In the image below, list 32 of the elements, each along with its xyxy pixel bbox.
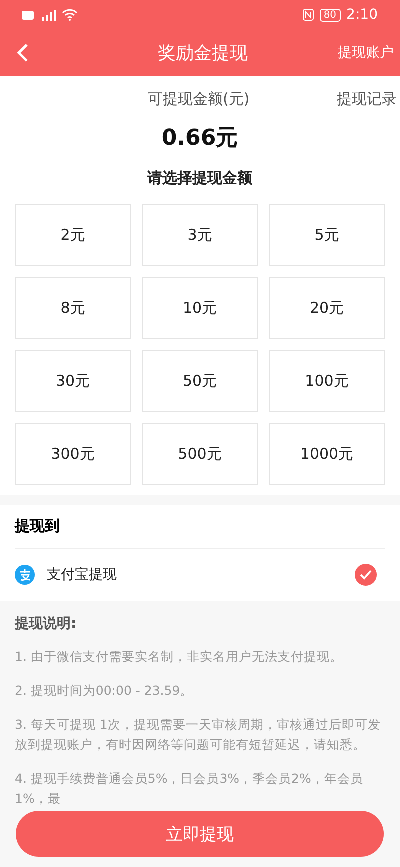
page-title: 奖励金提现 (158, 42, 248, 65)
note-text: 4. 提现手续费普通会员5%，日会员3%，季会员2%，年会员1%，最 (15, 770, 364, 805)
payment-logo-icon (15, 565, 35, 585)
clock-time: 2:10 (346, 7, 378, 23)
amount-option[interactable]: 300元 (15, 423, 131, 485)
section-title: 提现到 (15, 505, 385, 549)
amount-option[interactable]: 10元 (142, 277, 258, 339)
signal-icon (40, 10, 56, 20)
nfc-icon (302, 9, 314, 21)
amount-option[interactable]: 2元 (15, 204, 131, 266)
balance-amount: 0.66元 (162, 125, 238, 153)
check-icon[interactable] (355, 564, 377, 586)
note-text: 1. 由于微信支付需要实名制，非实名用户无法支付提现。 (15, 648, 344, 666)
record-link[interactable]: 提现记录 (337, 90, 397, 109)
wifi-icon (62, 9, 78, 21)
notes-title: 提现说明: (15, 615, 78, 633)
amount-option[interactable]: 50元 (142, 350, 258, 412)
note-text: 3. 每天可提现 1次，提现需要一天审核周期，审核通过后即可发放到提现账户，有时因网络等问题可能有短暂延迟，请知悉。 (15, 716, 382, 754)
amount-option[interactable]: 100元 (269, 350, 385, 412)
balance-label: 可提现金额(元) (148, 90, 250, 109)
amount-prompt: 请选择提现金额 (148, 169, 252, 188)
amount-option[interactable]: 5元 (269, 204, 385, 266)
chevron-left-icon (16, 43, 30, 63)
amount-option[interactable]: 1000元 (269, 423, 385, 485)
amount-option[interactable]: 500元 (142, 423, 258, 485)
note-text: 2. 提现时间为00:00 - 23.59。 (15, 682, 194, 700)
battery-level: 80 (320, 8, 341, 22)
amount-option[interactable]: 20元 (269, 277, 385, 339)
amount-option[interactable]: 3元 (142, 204, 258, 266)
amount-option[interactable]: 8元 (15, 277, 131, 339)
amount-option[interactable]: 30元 (15, 350, 131, 412)
payment-method[interactable]: 支付宝提现 (47, 566, 343, 584)
